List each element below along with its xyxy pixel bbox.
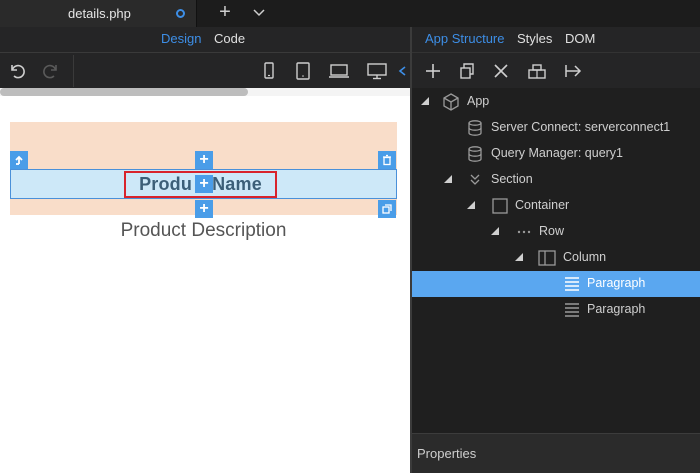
design-canvas[interactable]: Produ Name + + + Product Description <box>0 96 410 473</box>
tab-title: details.php <box>68 6 131 21</box>
tree-item-label: App <box>467 94 490 108</box>
tree-item-label: Column <box>563 250 607 264</box>
phone-icon <box>264 62 274 79</box>
tree-item-label: Server Connect: serverconnect1 <box>491 120 671 134</box>
paragraph-icon <box>565 303 579 317</box>
copy-component-button[interactable] <box>454 57 480 85</box>
plus-icon: + <box>199 151 209 168</box>
app-window: details.php + Design Code Produ Name + +… <box>0 0 700 473</box>
tab-dom[interactable]: DOM <box>565 31 595 46</box>
add-component-button[interactable] <box>420 57 446 85</box>
plus-icon: + <box>199 200 209 217</box>
product-name-text: Produ <box>139 174 193 194</box>
properties-label: Properties <box>417 446 477 461</box>
expand-arrow-icon[interactable] <box>490 226 500 236</box>
tab-code[interactable]: Code <box>214 31 245 46</box>
trash-icon <box>383 154 391 166</box>
document-tab-bar: details.php + <box>0 0 700 27</box>
database-icon <box>468 120 482 136</box>
laptop-view-button[interactable] <box>326 53 352 89</box>
duplicate-element-button[interactable] <box>378 200 396 218</box>
tree-item-container[interactable]: Container <box>412 193 700 219</box>
paragraph-icon <box>565 277 579 291</box>
tree-item-paragraph[interactable]: Paragraph <box>412 297 700 323</box>
structure-panel: App Structure Styles DOM App Server Conn… <box>412 27 700 473</box>
editor-mode-bar: Design Code <box>0 27 410 52</box>
delete-element-button[interactable] <box>378 151 396 169</box>
toolbar-separator <box>73 55 74 87</box>
expand-arrow-icon[interactable] <box>514 252 524 262</box>
package-icon <box>528 64 546 79</box>
tree-item-label: Paragraph <box>587 276 646 290</box>
product-name-text-tail: Name <box>212 174 262 194</box>
structure-toolbar <box>412 52 700 88</box>
expand-arrow-icon[interactable] <box>443 174 453 184</box>
scrollbar-thumb[interactable] <box>0 88 248 96</box>
chevron-down-icon[interactable] <box>250 3 268 21</box>
tablet-view-button[interactable] <box>290 53 316 89</box>
panel-tab-bar: App Structure Styles DOM <box>412 27 700 52</box>
tree-item-server-connect[interactable]: Server Connect: serverconnect1 <box>412 115 700 141</box>
new-tab-button[interactable]: + <box>214 0 236 24</box>
move-component-button[interactable] <box>560 57 586 85</box>
laptop-icon <box>329 64 349 78</box>
redo-button[interactable] <box>38 53 64 89</box>
delete-component-button[interactable] <box>488 57 514 85</box>
product-description-text[interactable]: Product Description <box>10 220 397 242</box>
plus-icon: + <box>199 175 209 192</box>
arrow-right-bar-icon <box>565 65 582 77</box>
tree-item-label: Section <box>491 172 533 186</box>
copy-icon <box>382 204 392 214</box>
plus-icon <box>426 64 440 78</box>
tab-app-structure[interactable]: App Structure <box>425 31 505 46</box>
copy-icon <box>460 63 474 79</box>
close-icon <box>494 64 508 78</box>
dots-icon <box>517 230 531 234</box>
more-views-button[interactable] <box>396 53 408 89</box>
add-after-button[interactable]: + <box>195 200 213 218</box>
tree-item-query-manager[interactable]: Query Manager: query1 <box>412 141 700 167</box>
chevrons-down-icon <box>470 174 480 185</box>
database-icon <box>468 146 482 162</box>
wrap-component-button[interactable] <box>524 57 550 85</box>
expand-arrow-icon[interactable] <box>466 200 476 210</box>
tree-item-column[interactable]: Column <box>412 245 700 271</box>
tree-item-paragraph-selected[interactable]: Paragraph <box>412 271 700 297</box>
tree-item-label: Paragraph <box>587 302 646 316</box>
desktop-icon <box>367 63 387 80</box>
redo-icon <box>43 64 57 79</box>
square-icon <box>492 198 508 214</box>
add-before-button[interactable]: + <box>195 151 213 169</box>
tab-design[interactable]: Design <box>161 31 201 46</box>
chevron-left-icon <box>398 66 406 76</box>
cube-icon <box>443 93 459 111</box>
tree-item-label: Row <box>539 224 565 238</box>
tree-item-label: Query Manager: query1 <box>491 146 624 160</box>
arrow-up-icon <box>15 155 23 165</box>
document-tab[interactable]: details.php <box>0 0 197 27</box>
select-parent-button[interactable] <box>10 151 28 169</box>
tree-item-app[interactable]: App <box>412 89 700 115</box>
tablet-icon <box>296 62 310 80</box>
unsaved-indicator-icon[interactable] <box>176 9 185 18</box>
tree-item-row[interactable]: Row <box>412 219 700 245</box>
properties-panel-header[interactable]: Properties <box>412 433 700 473</box>
column-icon <box>538 250 556 266</box>
design-toolbar <box>0 52 410 88</box>
undo-icon <box>11 64 25 79</box>
tab-styles[interactable]: Styles <box>517 31 552 46</box>
horizontal-scrollbar[interactable] <box>0 88 410 96</box>
desktop-view-button[interactable] <box>364 53 390 89</box>
add-inside-button[interactable]: + <box>195 175 213 193</box>
tree-item-label: Container <box>515 198 570 212</box>
design-pane: Design Code Produ Name + + + Product Des… <box>0 27 410 473</box>
app-structure-tree: App Server Connect: serverconnect1 Query… <box>412 88 700 433</box>
expand-arrow-icon[interactable] <box>420 96 430 106</box>
tree-item-section[interactable]: Section <box>412 167 700 193</box>
undo-button[interactable] <box>4 53 30 89</box>
phone-view-button[interactable] <box>256 53 282 89</box>
